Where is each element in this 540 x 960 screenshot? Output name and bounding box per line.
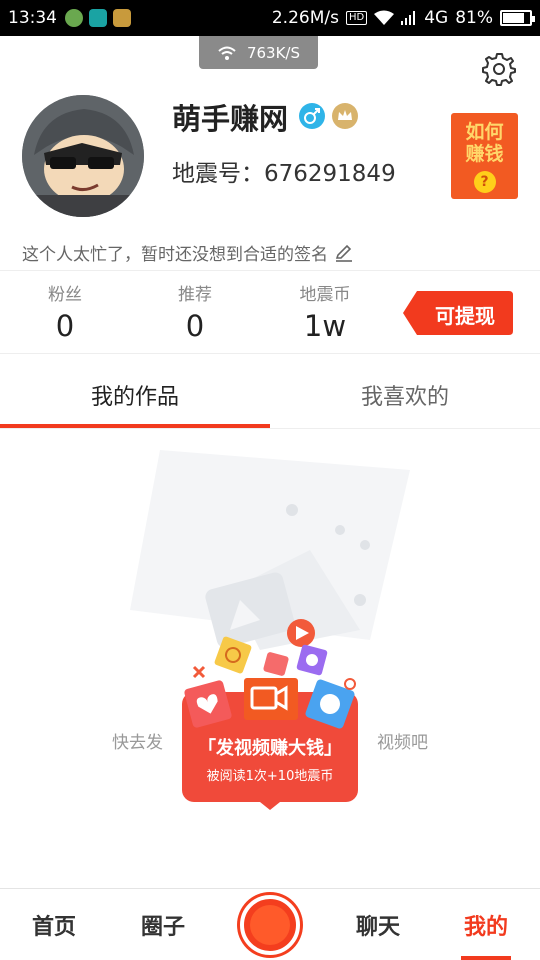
stat-fans-label: 粉丝 xyxy=(48,285,82,305)
cartoon-avatar-image xyxy=(22,95,144,217)
empty-text-left: 快去发 xyxy=(112,733,163,753)
stat-fans-value: 0 xyxy=(55,309,75,343)
crown-level-icon xyxy=(332,103,358,129)
app-notification-icon xyxy=(65,9,83,27)
battery-icon xyxy=(500,10,535,26)
divider xyxy=(0,353,540,354)
battery-percent: 81% xyxy=(455,8,493,28)
network-speed: 2.26M/s xyxy=(271,8,339,28)
app-notification-icon-2 xyxy=(113,9,131,27)
publish-video-promo-popup[interactable]: 「发视频赚大钱」 被阅读1次+10地震币 xyxy=(180,612,360,810)
scan-app-icon xyxy=(89,9,107,27)
battery-level xyxy=(503,13,525,23)
earn-badge-line1: 如何 xyxy=(465,121,504,143)
edit-pencil-icon[interactable] xyxy=(334,243,354,263)
divider xyxy=(0,428,540,429)
signature-text: 这个人太忙了，暂时还没想到合适的签名 xyxy=(22,245,328,265)
nav-home[interactable]: 首页 xyxy=(14,909,94,941)
stat-coins-value: 1w xyxy=(303,309,347,343)
network-type: 4G xyxy=(424,8,449,28)
nav-me[interactable]: 我的 xyxy=(446,909,526,941)
withdraw-button[interactable]: 可提现 xyxy=(403,291,513,335)
status-bar: 13:34 2.26M/s HD 4G 81% xyxy=(0,0,540,36)
promo-title: 「发视频赚大钱」 xyxy=(198,738,342,759)
nav-active-indicator xyxy=(461,956,511,960)
status-time: 13:34 xyxy=(8,8,57,28)
tab-my-works[interactable]: 我的作品 xyxy=(0,362,270,428)
stat-fans[interactable]: 粉丝 0 xyxy=(5,280,125,343)
record-icon xyxy=(250,905,290,945)
coin-question-icon: ? xyxy=(473,171,496,193)
stat-coins[interactable]: 地震币 1w xyxy=(265,280,385,343)
earn-badge-line2: 赚钱 xyxy=(465,143,504,165)
hd-icon: HD xyxy=(345,11,368,25)
stat-recommend-value: 0 xyxy=(185,309,205,343)
bottom-nav: 首页 圈子 聊天 我的 xyxy=(0,888,540,960)
tab-my-likes[interactable]: 我喜欢的 xyxy=(270,362,540,428)
avatar[interactable] xyxy=(22,95,144,217)
record-video-button[interactable] xyxy=(240,895,300,955)
signal-icon xyxy=(401,11,416,25)
promo-subtitle: 被阅读1次+10地震币 xyxy=(206,769,334,784)
divider xyxy=(0,270,540,271)
user-id: 地震号：676291849 xyxy=(172,161,396,187)
stat-recommend[interactable]: 推荐 0 xyxy=(135,280,255,343)
wifi-icon xyxy=(374,10,395,25)
nav-circle[interactable]: 圈子 xyxy=(123,909,203,941)
nav-chat[interactable]: 聊天 xyxy=(338,909,418,941)
username: 萌手赚网 xyxy=(172,102,289,136)
stat-coins-label: 地震币 xyxy=(299,285,351,305)
network-speed-toast: 763K/S xyxy=(199,36,318,69)
signature-row[interactable]: 这个人太忙了，暂时还没想到合适的签名 xyxy=(22,240,354,265)
toast-speed-text: 763K/S xyxy=(246,43,301,62)
empty-text-right: 视频吧 xyxy=(377,733,428,753)
male-gender-icon xyxy=(299,103,325,129)
wifi-icon xyxy=(218,46,236,60)
how-to-earn-button[interactable]: 如何 赚钱 ? xyxy=(451,113,518,199)
settings-gear-icon[interactable] xyxy=(480,50,518,88)
stat-recommend-label: 推荐 xyxy=(178,285,212,305)
withdraw-label: 可提现 xyxy=(435,304,495,328)
